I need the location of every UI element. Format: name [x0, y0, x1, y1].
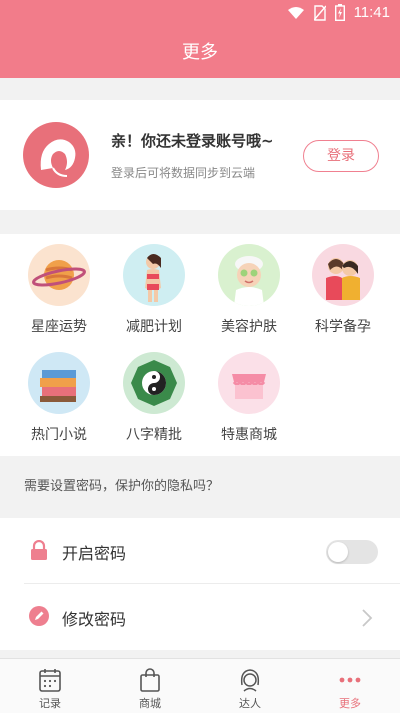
feature-grid: 星座运势 减肥计划 美容护肤 科学备孕 热门小说 八字精批 特惠商城	[0, 234, 400, 456]
toggle-knob	[328, 542, 348, 562]
feature-horoscope[interactable]: 星座运势	[13, 234, 103, 335]
login-prompt-title: 亲！你还未登录账号哦~	[111, 132, 274, 150]
more-dots-icon	[339, 677, 361, 683]
section-spacer	[0, 650, 400, 658]
woman-silhouette-icon	[40, 139, 76, 177]
tab-label: 更多	[339, 697, 361, 710]
status-time: 11:41	[353, 4, 390, 21]
chevron-right-icon	[362, 609, 373, 627]
feature-mall[interactable]: 特惠商城	[203, 342, 293, 443]
planet-icon	[28, 244, 90, 306]
feature-pregnancy-prep[interactable]: 科学备孕	[297, 234, 387, 335]
feature-label: 美容护肤	[221, 319, 277, 335]
feature-label: 八字精批	[126, 427, 182, 443]
tab-label: 记录	[39, 697, 61, 710]
no-sim-icon	[313, 4, 326, 21]
feature-diet-plan[interactable]: 减肥计划	[108, 234, 198, 335]
enable-password-label: 开启密码	[62, 544, 127, 563]
feature-label: 特惠商城	[221, 427, 277, 443]
status-bar: 11:41	[0, 0, 400, 28]
login-card: 亲！你还未登录账号哦~ 登录后可将数据同步到云端 登录	[0, 100, 400, 210]
couple-icon	[312, 244, 374, 306]
feature-bazi[interactable]: 八字精批	[108, 342, 198, 443]
page-title: 更多	[182, 42, 218, 63]
feature-label: 科学备孕	[315, 319, 371, 335]
skincare-icon	[218, 244, 280, 306]
privacy-hint: 需要设置密码，保护你的隐私吗？	[0, 456, 400, 518]
page-title-bar: 更多	[0, 28, 400, 78]
feature-skincare[interactable]: 美容护肤	[203, 234, 293, 335]
battery-icon	[334, 4, 345, 21]
diet-woman-icon	[123, 244, 185, 306]
section-spacer	[0, 78, 400, 100]
password-toggle[interactable]	[326, 540, 378, 564]
tab-more[interactable]: 更多	[300, 659, 400, 713]
login-prompt-subtitle: 登录后可将数据同步到云端	[111, 166, 256, 180]
wifi-icon	[287, 6, 304, 19]
woman-face-icon	[240, 669, 260, 692]
status-icons: 11:41	[287, 4, 390, 21]
shopping-bag-icon	[140, 668, 160, 692]
yinyang-icon	[123, 352, 185, 414]
change-password-row[interactable]: 修改密码	[0, 584, 400, 650]
tab-experts[interactable]: 达人	[200, 659, 300, 713]
section-spacer	[0, 210, 400, 234]
books-icon	[28, 352, 90, 414]
bottom-tab-bar: 记录 商城 达人 更多	[0, 658, 400, 713]
tab-label: 达人	[239, 697, 261, 710]
calendar-icon	[39, 669, 61, 692]
lock-icon	[31, 540, 47, 560]
tab-record[interactable]: 记录	[0, 659, 100, 713]
enable-password-row[interactable]: 开启密码	[0, 518, 400, 584]
feature-label: 减肥计划	[126, 319, 182, 335]
feature-novels[interactable]: 热门小说	[13, 342, 103, 443]
edit-pencil-icon	[29, 606, 49, 626]
shop-icon	[218, 352, 280, 414]
feature-label: 热门小说	[31, 427, 87, 443]
avatar[interactable]	[23, 122, 89, 188]
tab-mall[interactable]: 商城	[100, 659, 200, 713]
change-password-label: 修改密码	[62, 610, 127, 629]
tab-label: 商城	[139, 697, 161, 710]
feature-label: 星座运势	[31, 319, 87, 335]
login-button[interactable]: 登录	[303, 140, 379, 172]
